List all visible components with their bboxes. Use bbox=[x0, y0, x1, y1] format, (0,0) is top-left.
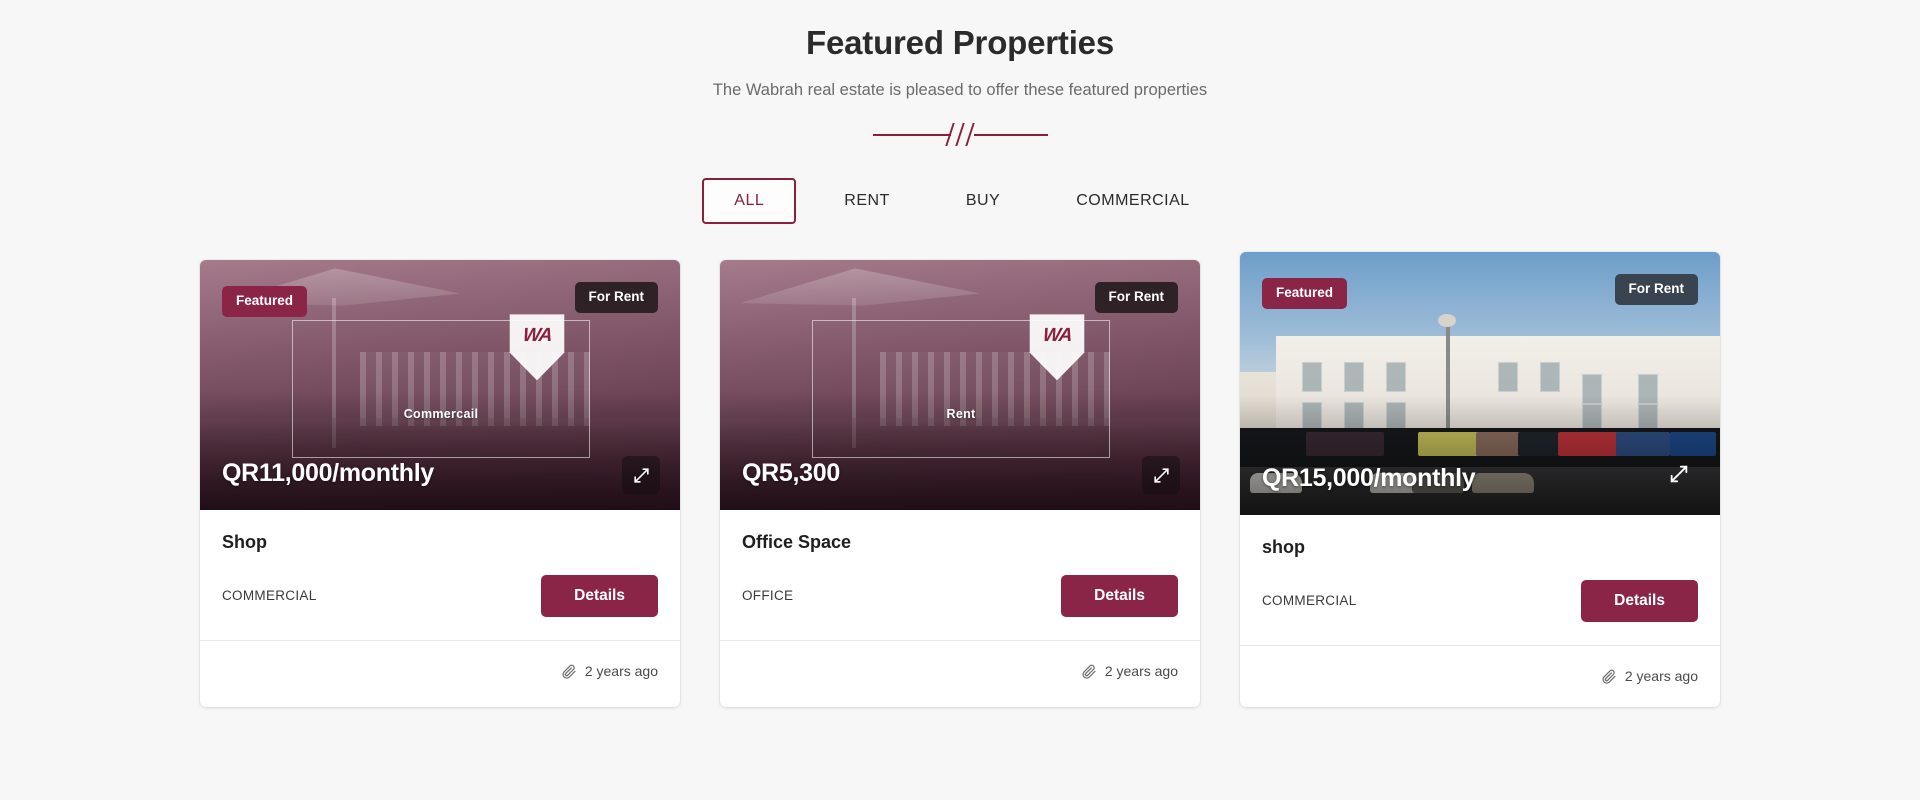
property-image[interactable]: Commercail WA Featured For Rent QR11,000… bbox=[200, 260, 680, 511]
divider-line-left bbox=[872, 134, 951, 137]
expand-image-button[interactable] bbox=[1660, 455, 1698, 493]
image-gradient-scrim bbox=[1240, 395, 1720, 516]
card-footer: 2 years ago bbox=[1240, 644, 1720, 707]
filter-tab-commercial[interactable]: COMMERCIAL bbox=[1048, 178, 1217, 224]
logo-monogram: WA bbox=[1041, 325, 1073, 347]
window-shape bbox=[1540, 362, 1560, 393]
expand-arrows-icon bbox=[633, 468, 649, 483]
paperclip-icon bbox=[562, 665, 576, 680]
property-title: Office Space bbox=[742, 532, 852, 553]
umbrella-shape bbox=[740, 268, 980, 306]
watermark-label: Commercail bbox=[403, 407, 479, 422]
window-shape bbox=[1344, 362, 1364, 393]
property-card[interactable]: Featured For Rent QR15,000/monthly shop … bbox=[1240, 252, 1720, 707]
status-badge: For Rent bbox=[1614, 274, 1698, 306]
card-meta-row: COMMERCIAL Details bbox=[1262, 579, 1698, 623]
expand-arrows-icon bbox=[1670, 466, 1688, 483]
paperclip-icon bbox=[1602, 670, 1616, 685]
featured-badge: Featured bbox=[222, 286, 308, 318]
featured-properties-page: Featured Properties The Wabrah real esta… bbox=[0, 0, 1920, 800]
property-card[interactable]: Commercail WA Featured For Rent QR11,000… bbox=[200, 260, 680, 707]
window-shape bbox=[1498, 362, 1518, 393]
property-price: QR5,300 bbox=[742, 459, 840, 488]
property-title: shop bbox=[1262, 537, 1305, 558]
time-ago-label: 2 years ago bbox=[1104, 663, 1178, 680]
status-badge: For Rent bbox=[574, 282, 658, 314]
page-header: Featured Properties The Wabrah real esta… bbox=[0, 0, 1920, 147]
paperclip-icon bbox=[1082, 665, 1096, 680]
property-type: COMMERCIAL bbox=[222, 588, 317, 604]
card-meta-row: OFFICE Details bbox=[742, 574, 1178, 618]
property-price: QR15,000/monthly bbox=[1262, 464, 1476, 493]
filter-tab-all[interactable]: ALL bbox=[702, 178, 797, 225]
status-badge: For Rent bbox=[1094, 282, 1178, 314]
section-divider-ornament bbox=[872, 121, 1048, 147]
filter-tab-rent[interactable]: RENT bbox=[816, 178, 918, 224]
window-shape bbox=[1302, 362, 1322, 393]
details-button[interactable]: Details bbox=[1581, 580, 1698, 622]
details-button[interactable]: Details bbox=[541, 575, 658, 617]
window-shape bbox=[1386, 362, 1406, 393]
property-type: OFFICE bbox=[742, 588, 794, 604]
filter-tab-buy[interactable]: BUY bbox=[938, 178, 1028, 224]
expand-arrows-icon bbox=[1153, 468, 1169, 483]
watermark-label: Rent bbox=[946, 407, 976, 422]
property-type: COMMERCIAL bbox=[1262, 593, 1357, 609]
card-body: shop COMMERCIAL Details bbox=[1240, 515, 1720, 627]
property-image[interactable]: Featured For Rent QR15,000/monthly bbox=[1240, 252, 1720, 516]
logo-monogram: WA bbox=[521, 325, 553, 347]
page-subtitle: The Wabrah real estate is pleased to off… bbox=[712, 81, 1208, 100]
expand-image-button[interactable] bbox=[622, 456, 660, 495]
card-body: Office Space OFFICE Details bbox=[720, 510, 1200, 622]
property-price: QR11,000/monthly bbox=[222, 459, 434, 488]
property-card[interactable]: Rent WA For Rent QR5,300 Office Space OF… bbox=[720, 260, 1200, 707]
divider-slash-icon bbox=[954, 123, 965, 147]
divider-line-right bbox=[973, 134, 1048, 137]
time-ago-label: 2 years ago bbox=[584, 663, 658, 680]
card-footer: 2 years ago bbox=[720, 639, 1200, 702]
card-meta-row: COMMERCIAL Details bbox=[222, 574, 658, 618]
card-footer: 2 years ago bbox=[200, 639, 680, 702]
time-ago-label: 2 years ago bbox=[1624, 668, 1698, 685]
details-button[interactable]: Details bbox=[1061, 575, 1178, 617]
featured-badge: Featured bbox=[1262, 278, 1348, 310]
property-filter-tabs: ALL RENT BUY COMMERCIAL bbox=[0, 178, 1920, 225]
property-image[interactable]: Rent WA For Rent QR5,300 bbox=[720, 260, 1200, 511]
page-title: Featured Properties bbox=[806, 24, 1114, 61]
card-body: Shop COMMERCIAL Details bbox=[200, 510, 680, 622]
expand-image-button[interactable] bbox=[1142, 456, 1180, 495]
property-card-grid: Commercail WA Featured For Rent QR11,000… bbox=[0, 252, 1920, 707]
property-title: Shop bbox=[222, 532, 267, 553]
